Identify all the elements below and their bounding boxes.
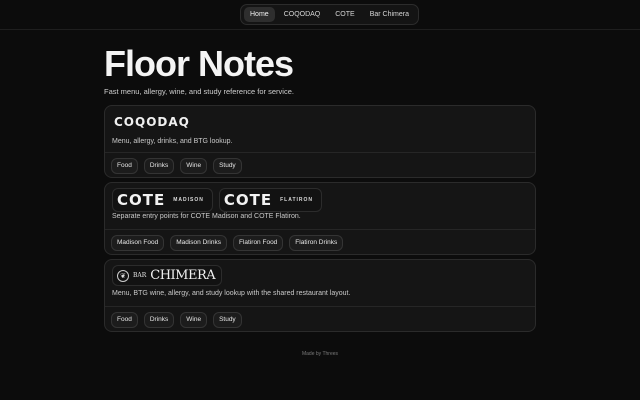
flatiron-drinks-button[interactable]: Flatiron Drinks (289, 235, 344, 251)
cote-wordmark: COTE (223, 191, 273, 209)
madison-food-button[interactable]: Madison Food (111, 235, 165, 251)
cote-flatiron-logo: COTE FLATIRON (218, 188, 323, 212)
card-actions: Madison Food Madison Drinks Flatiron Foo… (111, 235, 344, 251)
drinks-button[interactable]: Drinks (143, 312, 175, 328)
chimera-name-text: CHIMERA (150, 268, 216, 283)
chimera-emblem-icon: ❦ (117, 269, 129, 282)
cote-location: FLATIRON (280, 197, 314, 203)
card-logo-row: COTE MADISON COTE FLATIRON (112, 188, 323, 212)
top-bar: Home COQODAQ COTE Bar Chimera (0, 0, 640, 30)
coqodaq-logo: COQODAQ (114, 115, 190, 129)
wine-button[interactable]: Wine (180, 312, 208, 328)
drinks-button[interactable]: Drinks (143, 158, 175, 174)
chimera-bar-text: BAR (133, 272, 147, 279)
card-actions: Food Drinks Wine Study (111, 312, 242, 328)
card-description: Separate entry points for COTE Madison a… (112, 213, 301, 220)
card-divider (105, 152, 535, 153)
card-description: Menu, BTG wine, allergy, and study looku… (112, 290, 351, 297)
footer-credit: Made by Threes (301, 351, 339, 357)
page-title: Floor Notes (104, 43, 294, 84)
card-divider (105, 306, 535, 307)
nav-cote[interactable]: COTE (329, 7, 360, 22)
card-bar-chimera: ❦ BAR CHIMERA Menu, BTG wine, allergy, a… (104, 259, 536, 332)
card-logo-row: ❦ BAR CHIMERA (112, 265, 223, 286)
madison-drinks-button[interactable]: Madison Drinks (170, 235, 227, 251)
food-button[interactable]: Food (111, 158, 138, 174)
card-description: Menu, allergy, drinks, and BTG lookup. (112, 138, 233, 145)
study-button[interactable]: Study (213, 158, 242, 174)
nav-bar-chimera[interactable]: Bar Chimera (364, 7, 415, 22)
nav-home[interactable]: Home (244, 7, 275, 22)
page-subtitle: Fast menu, allergy, wine, and study refe… (104, 87, 294, 96)
card-actions: Food Drinks Wine Study (111, 158, 242, 174)
nav-coqodaq[interactable]: COQODAQ (278, 7, 327, 22)
card-coqodaq: COQODAQ Menu, allergy, drinks, and BTG l… (104, 105, 536, 178)
wine-button[interactable]: Wine (180, 158, 208, 174)
food-button[interactable]: Food (111, 312, 138, 328)
bar-chimera-logo: ❦ BAR CHIMERA (112, 265, 223, 286)
card-divider (105, 229, 535, 230)
main-nav: Home COQODAQ COTE Bar Chimera (240, 4, 419, 25)
cote-location: MADISON (173, 197, 204, 203)
card-logo-row: COQODAQ (112, 114, 192, 130)
cote-wordmark: COTE (117, 191, 166, 209)
study-button[interactable]: Study (213, 312, 242, 328)
cote-madison-logo: COTE MADISON (112, 188, 213, 212)
card-cote: COTE MADISON COTE FLATIRON Separate entr… (104, 182, 536, 255)
flatiron-food-button[interactable]: Flatiron Food (233, 235, 284, 251)
